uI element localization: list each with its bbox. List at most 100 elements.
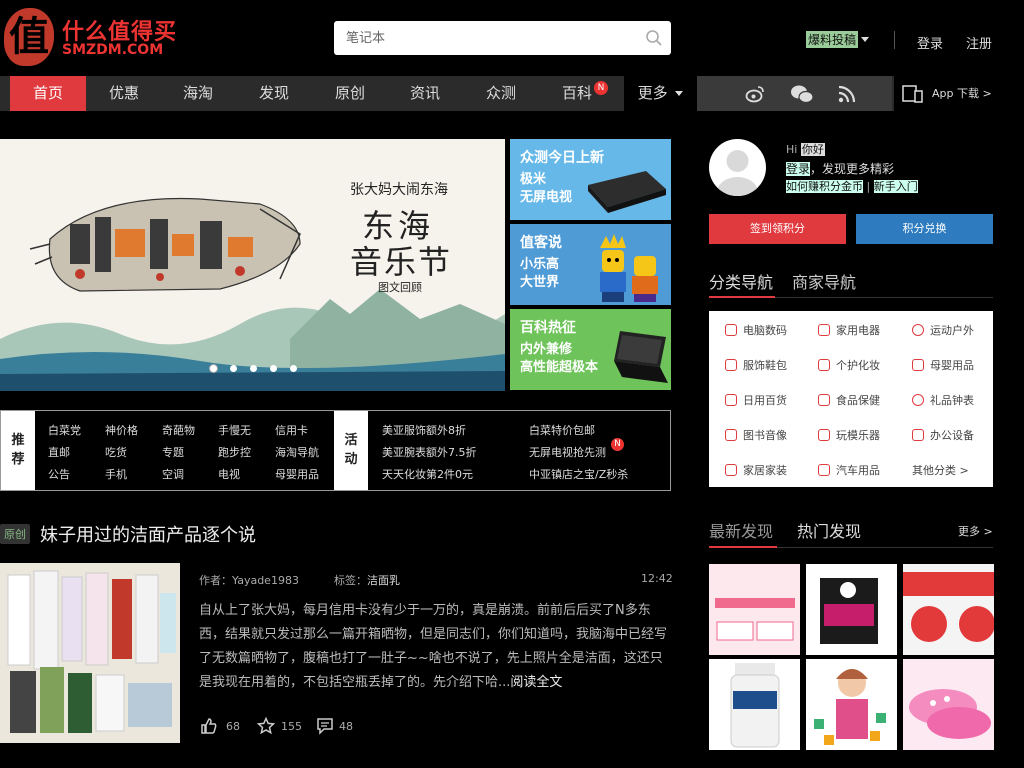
- search-input[interactable]: [334, 21, 634, 55]
- promo-subtitle: 小乐高 大世界: [520, 257, 560, 290]
- category-item[interactable]: 家居家装: [725, 461, 787, 481]
- wechat-icon[interactable]: [790, 83, 814, 105]
- tab-latest-discover[interactable]: 最新发现: [709, 518, 773, 542]
- tab-merchant-nav[interactable]: 商家导航: [792, 269, 856, 293]
- avatar[interactable]: [709, 139, 766, 196]
- newbie-guide-link[interactable]: 新手入门: [873, 180, 918, 193]
- user-menu[interactable]: 爆料投稿: [806, 31, 859, 48]
- recommend-link[interactable]: 电视: [218, 466, 240, 482]
- sale-banner-image: [903, 564, 994, 655]
- search-icon[interactable]: [645, 29, 663, 47]
- article-excerpt: 自从上了张大妈，每月信用卡没有少于一万的，真是崩溃。前前后后买了N多东西，结果就…: [199, 599, 671, 695]
- greeting: Hi 你好: [786, 141, 825, 157]
- recommend-link[interactable]: 手机: [105, 466, 127, 482]
- recommend-link[interactable]: 神价格: [105, 422, 138, 438]
- recommend-label: 推荐: [1, 411, 35, 490]
- category-item[interactable]: 运动户外: [912, 321, 974, 341]
- category-item[interactable]: 食品保健: [818, 391, 880, 411]
- promo-review[interactable]: 值客说 小乐高 大世界: [510, 224, 671, 305]
- weibo-icon[interactable]: [745, 84, 765, 104]
- recommend-link[interactable]: 公告: [48, 466, 70, 482]
- register-link[interactable]: 注册: [966, 33, 992, 52]
- category-item[interactable]: 图书音像: [725, 426, 787, 446]
- discover-item[interactable]: [709, 564, 800, 655]
- nav-more-menu[interactable]: 更多: [624, 76, 697, 111]
- chevron-down-icon[interactable]: [861, 37, 869, 42]
- promo-wiki[interactable]: 百科热征 内外兼修 高性能超极本: [510, 309, 671, 390]
- category-item[interactable]: 办公设备: [912, 426, 974, 446]
- earn-points-link[interactable]: 如何赚积分金币: [786, 180, 863, 193]
- discover-item[interactable]: [709, 659, 800, 750]
- sidebar-login-link[interactable]: 登录: [786, 162, 811, 176]
- activity-link[interactable]: 美亚腕表额外7.5折: [382, 444, 477, 460]
- recommend-link[interactable]: 母婴用品: [275, 466, 319, 482]
- greeting-hi: Hi: [786, 143, 798, 156]
- recommend-link[interactable]: 直邮: [48, 444, 70, 460]
- more-discover-link[interactable]: 更多 >: [958, 523, 993, 539]
- nav-item-test[interactable]: 众测: [463, 76, 539, 111]
- sign-in-points-button[interactable]: 签到领积分: [709, 214, 846, 244]
- points-exchange-button[interactable]: 积分兑换: [856, 214, 993, 244]
- tab-hot-discover[interactable]: 热门发现: [797, 518, 861, 542]
- category-item-other[interactable]: 其他分类 >: [912, 461, 969, 481]
- recommend-link[interactable]: 空调: [162, 466, 184, 482]
- rss-icon[interactable]: [838, 85, 856, 103]
- activity-link[interactable]: 无屏电视抢先测: [529, 444, 606, 460]
- recommend-label-text: 推荐: [11, 433, 25, 467]
- logo-seal[interactable]: 值: [4, 8, 54, 66]
- author-name[interactable]: Yayade1983: [232, 574, 299, 587]
- recommend-link[interactable]: 跑步控: [218, 444, 251, 460]
- chevron-down-icon: [675, 91, 684, 96]
- star-icon[interactable]: [257, 717, 275, 735]
- article-thumbnail[interactable]: [0, 563, 180, 743]
- category-item[interactable]: 服饰鞋包: [725, 356, 787, 376]
- nav-item-original[interactable]: 原创: [312, 76, 388, 111]
- recommend-link[interactable]: 手慢无: [218, 422, 251, 438]
- nav-item-news[interactable]: 资讯: [387, 76, 463, 111]
- category-item[interactable]: 电脑数码: [725, 321, 787, 341]
- category-item[interactable]: 家用电器: [818, 321, 880, 341]
- nav-item-home[interactable]: 首页: [10, 76, 86, 111]
- recommend-link[interactable]: 奇葩物: [162, 422, 195, 438]
- discover-item[interactable]: [806, 564, 897, 655]
- carousel-dot[interactable]: [210, 365, 217, 372]
- category-item[interactable]: 玩模乐器: [818, 426, 880, 446]
- discover-item[interactable]: [806, 659, 897, 750]
- article-title[interactable]: 妹子用过的洁面产品逐个说: [40, 521, 256, 547]
- category-item[interactable]: 礼品钟表: [912, 391, 974, 411]
- category-item[interactable]: 汽车用品: [818, 461, 880, 481]
- category-item[interactable]: 日用百货: [725, 391, 787, 411]
- tab-category-nav[interactable]: 分类导航: [709, 269, 773, 293]
- cleanser-products-image: [0, 563, 180, 743]
- activity-link[interactable]: 中亚镇店之宝/Z秒杀: [529, 466, 628, 482]
- carousel-dot[interactable]: [290, 365, 297, 372]
- article-time: 12:42: [641, 572, 673, 585]
- discover-item[interactable]: [903, 564, 994, 655]
- nav-item-haitao[interactable]: 海淘: [160, 76, 236, 111]
- app-download-link[interactable]: App 下载 >: [894, 76, 993, 111]
- promo-test[interactable]: 众测今日上新 极米 无屏电视: [510, 139, 671, 220]
- carousel-dot[interactable]: [250, 365, 257, 372]
- recommend-link[interactable]: 白菜党: [48, 422, 81, 438]
- discover-item[interactable]: [903, 659, 994, 750]
- thumbs-up-icon[interactable]: [200, 717, 218, 735]
- carousel-dot[interactable]: [230, 365, 237, 372]
- activity-link[interactable]: 美亚服饰额外8折: [382, 422, 466, 438]
- recommend-link[interactable]: 信用卡: [275, 422, 308, 438]
- category-item[interactable]: 个护化妆: [818, 356, 880, 376]
- login-link[interactable]: 登录: [917, 33, 943, 52]
- comment-icon[interactable]: [316, 717, 334, 735]
- nav-item-deals[interactable]: 优惠: [86, 76, 162, 111]
- recommend-link[interactable]: 专题: [162, 444, 184, 460]
- category-item[interactable]: 母婴用品: [912, 356, 974, 376]
- nav-item-discover[interactable]: 发现: [236, 76, 312, 111]
- appliance-icon: [818, 324, 830, 336]
- read-more-link[interactable]: 阅读全文: [510, 675, 562, 690]
- hero-banner[interactable]: 张大妈大闹东海 东海 音乐节 图文回顾: [0, 139, 505, 391]
- activity-link[interactable]: 白菜特价包邮: [529, 422, 595, 438]
- carousel-dot[interactable]: [270, 365, 277, 372]
- recommend-link[interactable]: 吃货: [105, 444, 127, 460]
- recommend-link[interactable]: 海淘导航: [275, 444, 319, 460]
- activity-link[interactable]: 天天化妆第2件0元: [382, 466, 473, 482]
- tag-link[interactable]: 洁面乳: [367, 574, 400, 587]
